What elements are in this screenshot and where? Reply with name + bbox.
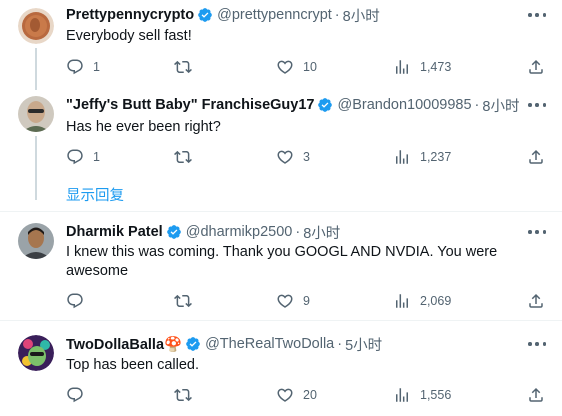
verified-badge-icon [318,98,333,112]
verified-badge-icon [198,8,212,22]
like-count: 9 [303,294,310,308]
like-count: 20 [303,388,317,402]
views-count: 1,237 [420,150,452,164]
more-icon[interactable] [528,229,546,235]
separator-dot: · [334,7,340,23]
share-button[interactable] [527,385,545,405]
separator-dot: · [337,336,343,352]
tweet-header: "Jeffy's Butt Baby" FranchiseGuy17 @Bran… [66,95,519,115]
reply-button[interactable]: 1 [66,57,100,77]
views-button[interactable]: 1,556 [393,385,451,405]
reply-count: 1 [93,60,100,74]
retweet-icon [174,388,192,402]
like-button[interactable]: 10 [276,57,317,77]
action-bar: 1 3 1,237 [66,147,551,167]
like-button[interactable]: 9 [276,291,310,311]
share-icon [529,387,543,402]
handle[interactable]: @TheRealTwoDolla [205,336,334,352]
share-icon [529,149,543,164]
tweet-header: Prettypennycrypto @prettypenncrypt · 8小时 [66,5,380,25]
like-button[interactable]: 20 [276,385,317,405]
views-button[interactable]: 1,473 [393,57,451,77]
like-icon [277,294,293,308]
reply-icon [67,293,83,309]
action-bar: 9 2,069 [66,291,551,311]
like-count: 3 [303,150,310,164]
display-name[interactable]: TwoDollaBalla🍄 [66,336,182,353]
like-icon [277,388,293,402]
views-count: 1,473 [420,60,452,74]
display-name[interactable]: Dharmik Patel [66,224,163,240]
handle[interactable]: @dharmikp2500 [186,224,293,240]
retweet-button[interactable] [174,57,201,77]
reply-button[interactable] [66,291,93,311]
tweet-text: I knew this was coming. Thank you GOOGL … [66,244,498,279]
tweet-text: Has he ever been right? [66,119,221,135]
action-bar: 20 1,556 [66,385,551,405]
tweet-header: TwoDollaBalla🍄 @TheRealTwoDolla · 5小时 [66,334,382,354]
separator-dot: · [474,97,480,113]
retweet-button[interactable] [174,385,201,405]
display-name[interactable]: Prettypennycrypto [66,7,194,23]
like-count: 10 [303,60,317,74]
tweet[interactable]: Dharmik Patel @dharmikp2500 · 8小时 I knew… [0,212,562,320]
retweet-icon [174,150,192,164]
tweet-text: Everybody sell fast! [66,28,192,44]
handle[interactable]: @Brandon10009985 [337,97,471,113]
share-button[interactable] [527,147,545,167]
tweet-text: Top has been called. [66,357,200,373]
show-replies-link[interactable]: 显示回复 [66,184,124,205]
views-button[interactable]: 1,237 [393,147,451,167]
views-icon [396,60,408,74]
retweet-button[interactable] [174,291,201,311]
views-icon [396,294,408,308]
views-count: 1,556 [420,388,452,402]
views-button[interactable]: 2,069 [393,291,451,311]
separator-dot: · [295,224,301,240]
share-icon [529,59,543,74]
verified-badge-icon [166,225,181,239]
tweet[interactable]: TwoDollaBalla🍄 @TheRealTwoDolla · 5小时 To… [0,321,562,416]
avatar[interactable] [18,223,54,259]
retweet-icon [174,294,192,308]
reply-button[interactable]: 1 [66,147,100,167]
avatar[interactable] [18,96,54,132]
action-bar: 1 10 1,473 [66,57,551,77]
views-icon [396,388,408,402]
like-icon [277,150,293,164]
like-button[interactable]: 3 [276,147,310,167]
more-icon[interactable] [528,12,546,18]
retweet-icon [174,60,192,74]
share-button[interactable] [527,291,545,311]
views-count: 2,069 [420,294,452,308]
timestamp[interactable]: 8小时 [303,222,340,243]
thread-continuation-dots [35,186,37,200]
reply-icon [67,387,83,403]
share-button[interactable] [527,57,545,77]
avatar[interactable] [18,8,54,44]
thread-line [35,48,37,90]
more-icon[interactable] [528,102,546,108]
tweet[interactable]: Prettypennycrypto @prettypenncrypt · 8小时… [0,0,562,90]
display-name[interactable]: "Jeffy's Butt Baby" FranchiseGuy17 [66,97,314,113]
avatar[interactable] [18,335,54,371]
verified-badge-icon [186,337,200,351]
timestamp[interactable]: 8小时 [482,95,519,116]
retweet-button[interactable] [174,147,201,167]
reply-icon [67,149,83,165]
share-icon [529,293,543,308]
reply-button[interactable] [66,385,93,405]
reply-count: 1 [93,150,100,164]
handle[interactable]: @prettypenncrypt [217,7,332,23]
tweet-header: Dharmik Patel @dharmikp2500 · 8小时 [66,222,340,242]
timestamp[interactable]: 5小时 [345,334,382,355]
more-icon[interactable] [528,341,546,347]
views-icon [396,150,408,164]
reply-icon [67,59,83,75]
timestamp[interactable]: 8小时 [343,5,380,26]
like-icon [277,60,293,74]
